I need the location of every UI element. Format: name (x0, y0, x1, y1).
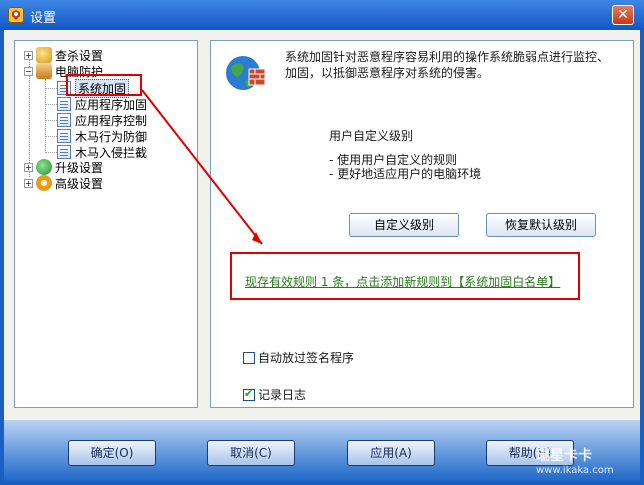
annotation-arrow (141, 89, 263, 245)
settings-window: 设置 ✕ + 查杀设置 − 电脑防护 系统加固 应用程序加固 应用程序控制 木马… (0, 0, 644, 485)
